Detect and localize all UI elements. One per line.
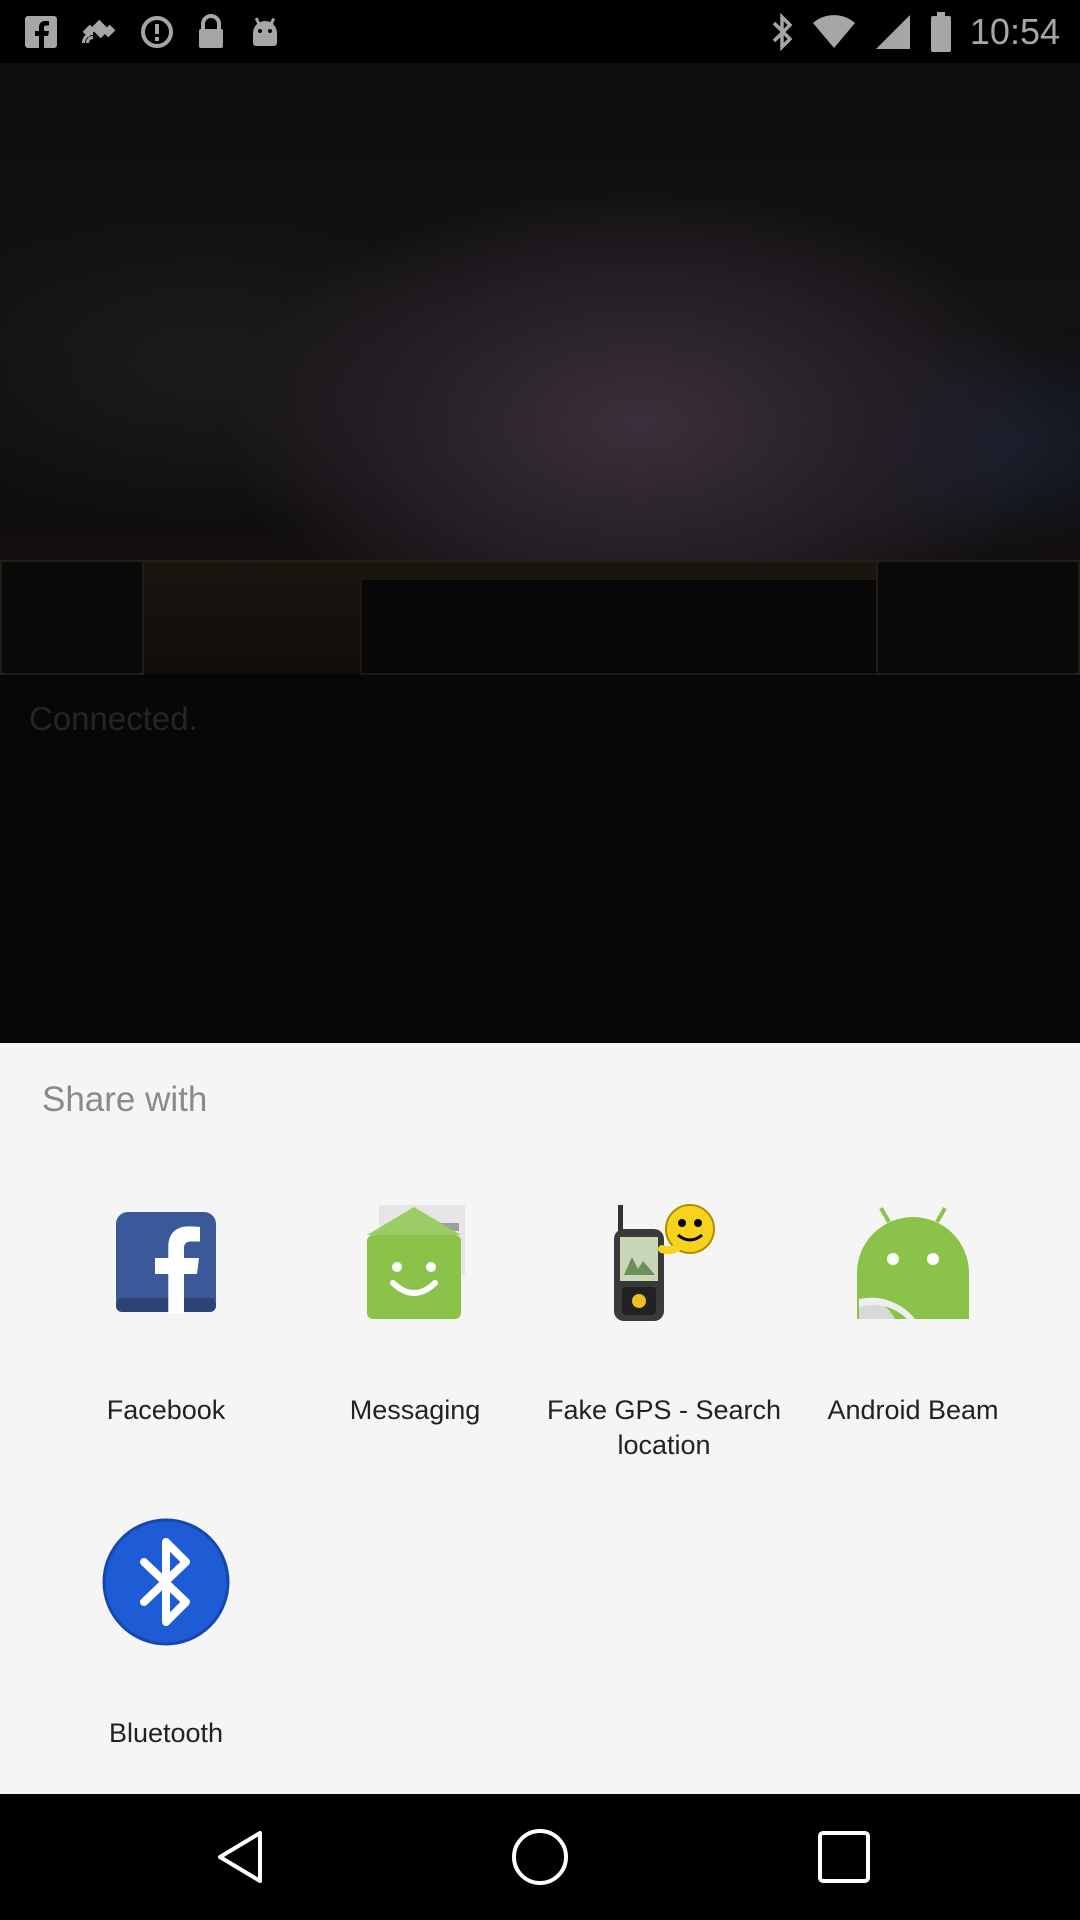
facebook-icon	[114, 1210, 218, 1314]
share-target-android-beam[interactable]: Android Beam	[788, 1203, 1038, 1425]
share-target-label: Fake GPS - Search location	[546, 1395, 782, 1460]
fake-gps-icon	[604, 1199, 724, 1325]
home-icon[interactable]	[510, 1827, 570, 1887]
share-target-facebook[interactable]: Facebook	[41, 1203, 291, 1425]
share-target-fake-gps[interactable]: Fake GPS - Search location	[539, 1203, 789, 1460]
share-target-messaging[interactable]: Messaging	[290, 1203, 540, 1425]
share-target-label: Android Beam	[827, 1395, 999, 1425]
messaging-icon	[353, 1203, 477, 1323]
share-sheet-title: Share with	[42, 1080, 208, 1119]
share-target-bluetooth[interactable]: Bluetooth	[41, 1518, 291, 1748]
dim-overlay[interactable]	[0, 0, 1080, 1043]
back-icon[interactable]	[212, 1827, 272, 1887]
share-target-label: Facebook	[106, 1395, 226, 1425]
share-target-label: Bluetooth	[108, 1718, 224, 1748]
share-target-label: Messaging	[349, 1395, 481, 1425]
share-sheet: Share with Facebook Messaging Fake GPS -…	[0, 1043, 1080, 1794]
recents-icon[interactable]	[814, 1827, 874, 1887]
bluetooth-icon	[102, 1518, 230, 1646]
android-beam-icon	[855, 1203, 971, 1323]
navigation-bar	[0, 1794, 1080, 1920]
